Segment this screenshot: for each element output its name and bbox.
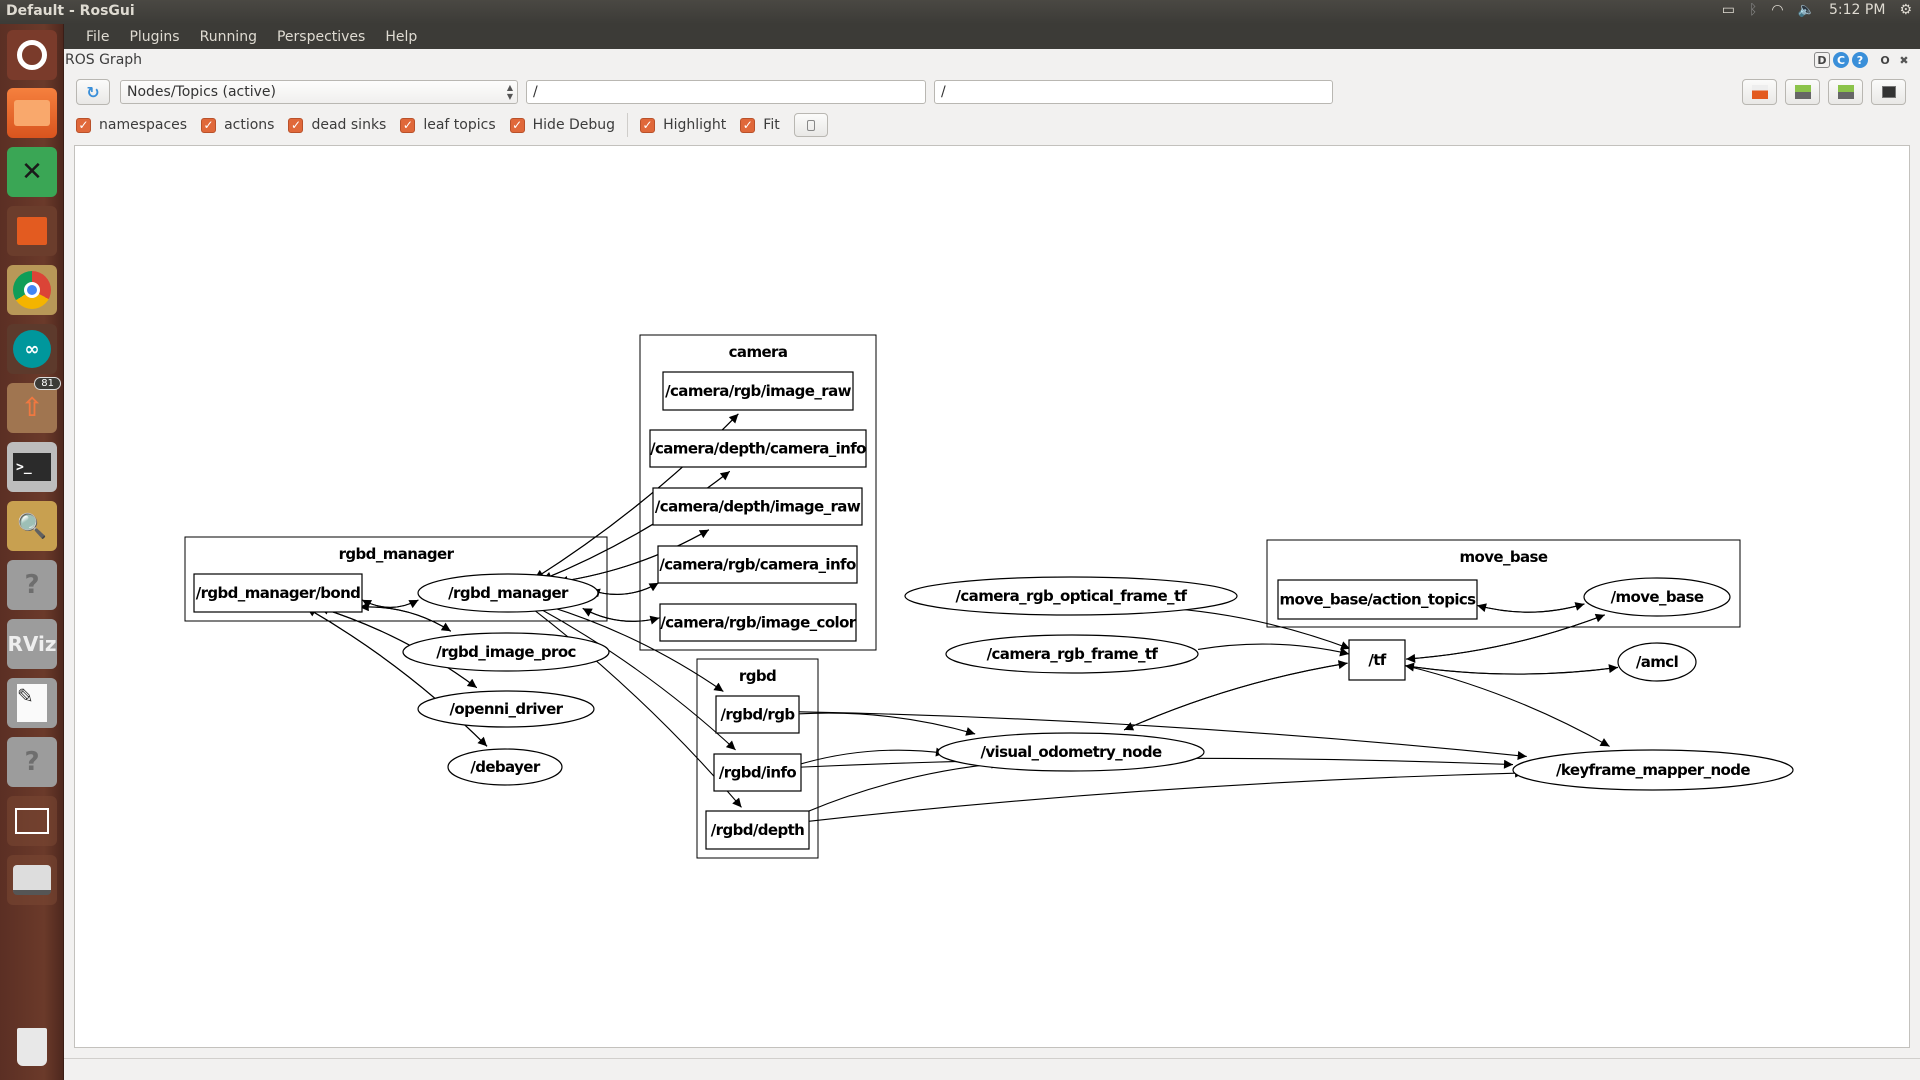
edge-action-topics-to-move-base-n [1476,602,1585,613]
topic-img-color[interactable]: /camera/rgb/image_color [659,603,857,642]
cluster-label: move_base [1460,548,1548,566]
node-label: /amcl [1636,653,1678,671]
topic-label: /rgbd/rgb [720,706,795,724]
topic-depth-raw[interactable]: /camera/depth/image_raw [652,487,863,526]
topic-label: /rgbd/depth [711,821,804,839]
node-label: /camera_rgb_optical_frame_tf [956,587,1188,605]
edge-debayer-to-bond [306,607,488,747]
edge-tf-to-kfm [1406,665,1610,747]
node-label: /camera_rgb_frame_tf [987,645,1159,663]
topic-label: /rgbd_manager/bond [196,584,361,602]
node-label: /debayer [470,758,541,776]
topic-label: /rgbd/info [719,764,797,782]
edge-img-color-to-rgbd-manager-n [582,607,660,622]
node-image-proc[interactable]: /rgbd_image_proc [402,632,610,672]
edge-vo-to-tf [1123,660,1348,731]
node-label: /move_base [1611,588,1704,606]
edge-rgbd-depth-to-kfm [808,768,1525,822]
topic-label: /camera/rgb/camera_info [659,556,856,574]
cluster-label: rgbd [739,667,776,685]
cluster-label: camera [729,343,788,361]
cluster-label: rgbd_manager [339,545,455,563]
topic-tf[interactable]: /tf [1348,639,1406,681]
topic-label: /tf [1368,651,1386,669]
edge-tf-to-vo [1123,662,1348,731]
ros-graph: rgbd_manager camera rgbd move_base /rgbd_ma… [184,334,1794,859]
node-amcl[interactable]: /amcl [1617,642,1697,682]
edge-rgbd-depth-to-vo [807,759,1001,812]
node-kfm[interactable]: /keyframe_mapper_node [1512,749,1794,791]
topic-label: /camera/rgb/image_color [660,614,856,632]
node-optical-tf[interactable]: /camera_rgb_optical_frame_tf [904,576,1238,616]
node-openni[interactable]: /openni_driver [417,690,595,728]
edge-frame-tf-to-tf [1197,643,1350,657]
edge-move-base-n-to-tf [1406,614,1605,663]
edge-rgbd-manager-n-to-img-color [582,607,660,625]
node-label: /visual_odometry_node [980,743,1161,761]
topic-bond[interactable]: /rgbd_manager/bond [193,573,363,613]
topic-depth-info[interactable]: /camera/depth/camera_info [649,429,867,468]
topic-label: /camera/rgb/image_raw [665,382,851,400]
topic-rgb-info[interactable]: /camera/rgb/camera_info [657,545,858,584]
edge-rgbd-manager-n-to-rgb-info [590,582,659,595]
edge-tf-to-move-base-n [1406,613,1605,660]
node-label: /rgbd_image_proc [436,643,576,661]
topic-rgbd-rgb[interactable]: /rgbd/rgb [715,695,800,734]
node-debayer[interactable]: /debayer [447,748,563,786]
topic-rgbd-depth[interactable]: /rgbd/depth [705,810,810,850]
topic-action-topics[interactable]: move_base/action_topics [1277,579,1478,620]
topic-img-raw[interactable]: /camera/rgb/image_raw [662,371,854,411]
topic-label: move_base/action_topics [1279,591,1476,609]
node-rgbd-manager-n[interactable]: /rgbd_manager [417,573,599,613]
node-label: /openni_driver [450,700,564,718]
node-vo[interactable]: /visual_odometry_node [937,732,1205,772]
node-move-base-n[interactable]: /move_base [1583,577,1731,617]
topic-label: /camera/depth/camera_info [650,440,866,458]
node-label: /rgbd_manager [448,584,569,602]
topic-rgbd-info[interactable]: /rgbd/info [713,753,802,792]
edge-bond-to-rgbd-manager-n [361,599,419,609]
node-label: /keyframe_mapper_node [1556,761,1750,779]
edge-tf-to-amcl [1404,664,1619,675]
topic-label: /camera/depth/image_raw [655,498,861,516]
edge-bond-to-debayer [306,607,488,747]
node-frame-tf[interactable]: /camera_rgb_frame_tf [945,634,1199,674]
